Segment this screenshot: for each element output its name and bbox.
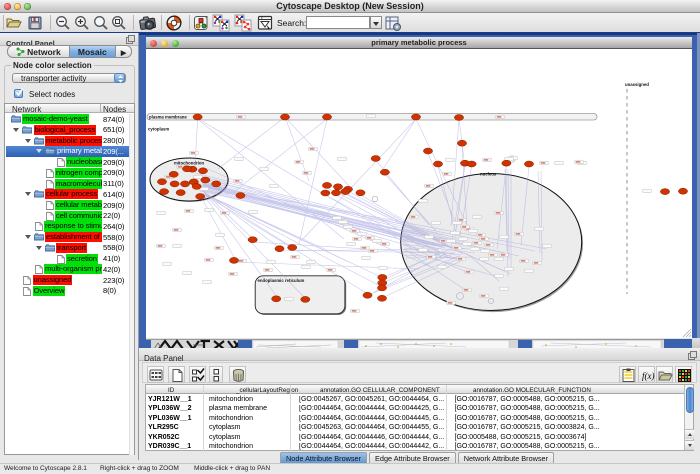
svg-text:mitochondrion: mitochondrion [174,160,204,165]
svg-text:endoplasmic reticulum: endoplasmic reticulum [258,277,305,282]
svg-text:cytoplasm: cytoplasm [148,126,169,131]
svg-text:f(x): f(x) [642,371,655,381]
svg-text:plasma membrane: plasma membrane [149,114,187,119]
svg-text:unassigned: unassigned [625,82,649,87]
svg-text:nucleus: nucleus [480,171,497,176]
